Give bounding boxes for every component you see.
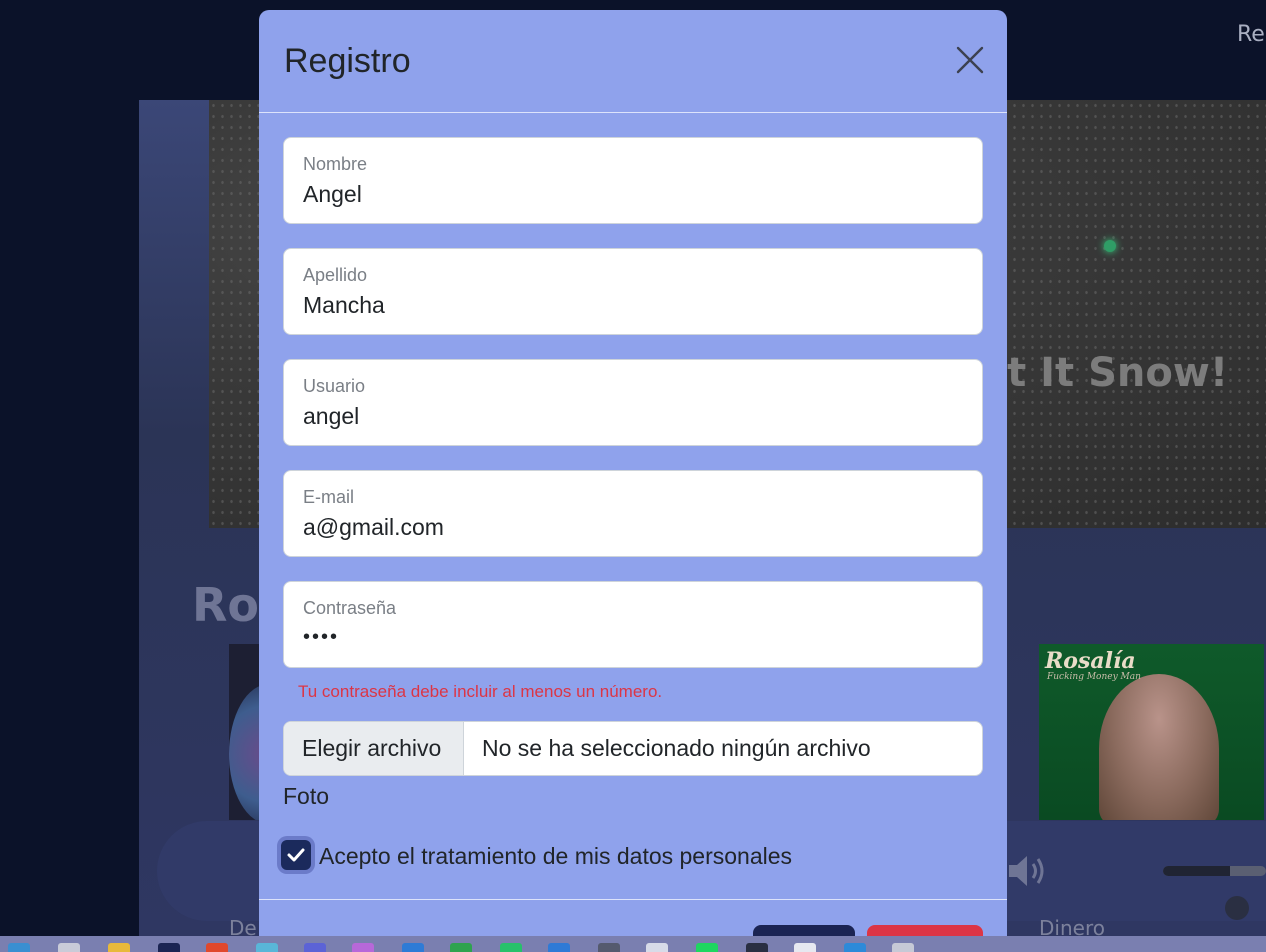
- usuario-label: Usuario: [303, 376, 366, 396]
- close-icon[interactable]: [950, 40, 990, 80]
- consent-checkbox[interactable]: [281, 840, 311, 870]
- code-editor-icon[interactable]: [402, 943, 424, 952]
- nombre-label: Nombre: [303, 154, 368, 174]
- apellido-label: Apellido: [303, 265, 368, 285]
- nombre-value: Angel: [303, 181, 362, 207]
- os-taskbar: [0, 936, 1266, 952]
- app-icon[interactable]: [548, 943, 570, 952]
- password-error: Tu contraseña debe incluir al menos un n…: [298, 682, 663, 701]
- modal-title: Registro: [284, 42, 411, 80]
- task-view-icon[interactable]: [58, 943, 80, 952]
- modal-header: Registro: [259, 10, 1007, 113]
- app-icon[interactable]: [206, 943, 228, 952]
- app-icon[interactable]: [450, 943, 472, 952]
- apellido-field[interactable]: Apellido Mancha: [283, 248, 983, 335]
- password-field[interactable]: Contraseña ••••: [283, 581, 983, 668]
- email-label: E-mail: [303, 487, 355, 507]
- cancel-button[interactable]: [867, 925, 983, 936]
- photo-file-input[interactable]: Elegir archivo No se ha seleccionado nin…: [283, 721, 983, 776]
- password-label: Contraseña: [303, 598, 397, 618]
- app-icon[interactable]: [746, 943, 768, 952]
- password-value: ••••: [303, 626, 340, 648]
- modal-footer-divider: [259, 899, 1007, 900]
- start-icon[interactable]: [8, 943, 30, 952]
- app-icon[interactable]: [352, 943, 374, 952]
- app-icon[interactable]: [598, 943, 620, 952]
- hero-light: [1104, 240, 1116, 252]
- hero-title: et It Snow!: [980, 350, 1229, 396]
- settings-icon[interactable]: [794, 943, 816, 952]
- album-cover-title: Rosalía: [1045, 648, 1136, 674]
- file-explorer-icon[interactable]: [108, 943, 130, 952]
- notepad-icon[interactable]: [646, 943, 668, 952]
- player-knob[interactable]: [1225, 896, 1249, 920]
- photo-label: Foto: [283, 783, 330, 809]
- register-modal: Registro Nombre Angel Apellido Mancha Us…: [259, 10, 1007, 936]
- spotify-icon[interactable]: [696, 943, 718, 952]
- volume-slider-fill: [1163, 866, 1230, 876]
- checkmark-icon: [287, 848, 305, 862]
- album-cover-subtitle: Fucking Money Man: [1047, 672, 1141, 682]
- app-icon[interactable]: [500, 943, 522, 952]
- choose-file-button[interactable]: Elegir archivo: [284, 722, 464, 775]
- consent-label[interactable]: Acepto el tratamiento de mis datos perso…: [319, 843, 792, 870]
- volume-icon[interactable]: [1005, 850, 1051, 892]
- app-icon[interactable]: [892, 943, 914, 952]
- browser-icon[interactable]: [256, 943, 278, 952]
- submit-button[interactable]: [753, 925, 855, 936]
- app-icon[interactable]: [158, 943, 180, 952]
- volume-slider[interactable]: [1163, 866, 1266, 876]
- file-status: No se ha seleccionado ningún archivo: [482, 735, 871, 761]
- nav-register-link[interactable]: Reg: [1237, 22, 1266, 47]
- album-artist-photo: [1099, 674, 1219, 820]
- usuario-field[interactable]: Usuario angel: [283, 359, 983, 446]
- usuario-value: angel: [303, 403, 360, 429]
- nombre-field[interactable]: Nombre Angel: [283, 137, 983, 224]
- apellido-value: Mancha: [303, 292, 385, 318]
- app-icon[interactable]: [844, 943, 866, 952]
- email-value: a@gmail.com: [303, 514, 444, 540]
- email-field[interactable]: E-mail a@gmail.com: [283, 470, 983, 557]
- app-icon[interactable]: [304, 943, 326, 952]
